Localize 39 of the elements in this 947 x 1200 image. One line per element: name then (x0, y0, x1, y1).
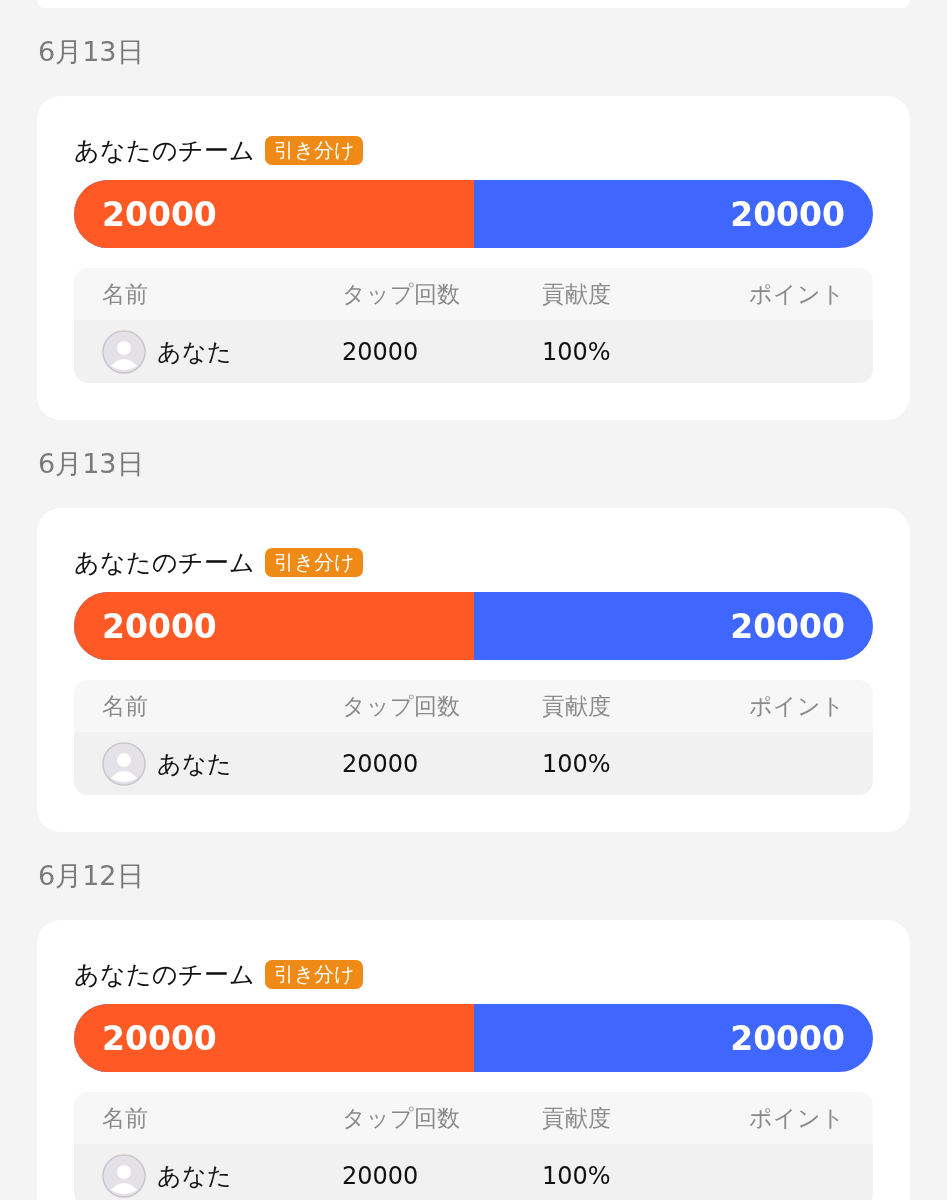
date-heading: 6月13日 (38, 447, 144, 481)
tap-count: 20000 (342, 337, 420, 366)
contribution: 100% (542, 337, 612, 366)
score: 20000 (730, 1018, 845, 1058)
column-header: ポイント (749, 691, 845, 721)
column-header: タップ回数 (342, 1103, 461, 1133)
score: 20000 (730, 194, 845, 234)
team-label: あなたのチーム (74, 546, 255, 579)
column-header: 貢献度 (542, 279, 612, 309)
column-header: タップ回数 (342, 279, 461, 309)
player-name: あなた (157, 748, 232, 780)
tap-count: 20000 (342, 1161, 420, 1190)
player-name: あなた (157, 336, 232, 368)
column-header: 貢献度 (542, 691, 612, 721)
result-badge: 引き分け (265, 135, 363, 165)
column-header: タップ回数 (342, 691, 461, 721)
date-heading: 6月12日 (38, 859, 144, 893)
column-header: ポイント (749, 279, 845, 309)
player-name: あなた (157, 1160, 232, 1192)
score: 20000 (730, 606, 845, 646)
column-header: ポイント (749, 1103, 845, 1133)
avatar-icon (102, 741, 146, 786)
result-badge: 引き分け (265, 959, 363, 989)
column-header: 名前 (102, 279, 149, 309)
score: 20000 (102, 1018, 217, 1058)
column-header: 名前 (102, 691, 149, 721)
team-label: あなたのチーム (74, 134, 255, 167)
avatar-icon (102, 329, 146, 374)
contribution: 100% (542, 1161, 612, 1190)
team-label: あなたのチーム (74, 958, 255, 991)
avatar-icon (102, 1153, 146, 1198)
date-heading: 6月13日 (38, 35, 144, 69)
tap-count: 20000 (342, 749, 420, 778)
column-header: 貢献度 (542, 1103, 612, 1133)
score: 20000 (102, 194, 217, 234)
score: 20000 (102, 606, 217, 646)
contribution: 100% (542, 749, 612, 778)
column-header: 名前 (102, 1103, 149, 1133)
result-badge: 引き分け (265, 547, 363, 577)
